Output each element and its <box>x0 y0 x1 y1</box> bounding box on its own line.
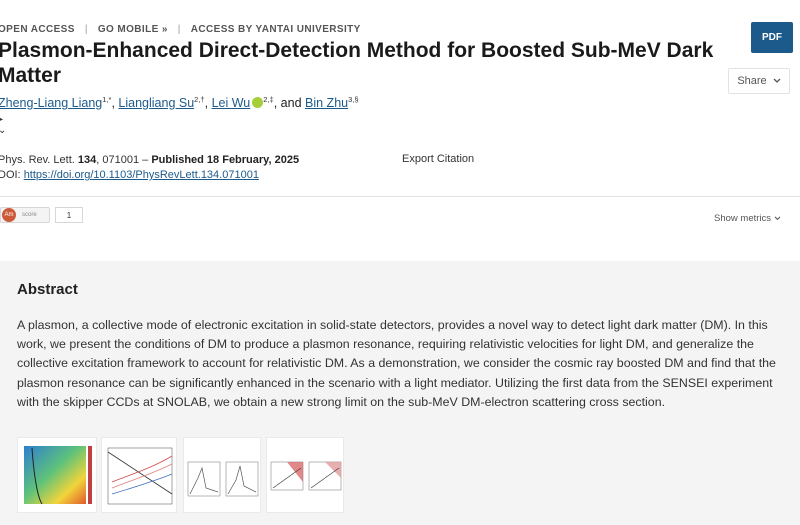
author-link-liang[interactable]: Zheng-Liang Liang <box>0 96 102 110</box>
journal-volume: 134 <box>77 154 97 166</box>
top-navigation: OPEN ACCESS | GO MOBILE » | ACCESS BY YA… <box>0 24 361 35</box>
doi-link[interactable]: https://doi.org/10.1103/PhysRevLett.134.… <box>24 169 259 181</box>
heatmap-figure <box>24 446 92 505</box>
author-separator: , <box>111 96 115 111</box>
exclusion-figure <box>270 461 342 491</box>
author-affil: 2,‡ <box>263 95 274 104</box>
altmetric-badge[interactable]: Am score <box>0 207 50 223</box>
journal-name: Phys. Rev. Lett. <box>0 154 75 166</box>
author-list: Zheng-Liang Liang1,*, Liangliang Su2,†, … <box>0 95 359 110</box>
author-link-su[interactable]: Liangliang Su <box>118 96 194 110</box>
chevron-down-icon <box>773 78 781 83</box>
citation-block: Phys. Rev. Lett. 134, 071001 – Published… <box>0 153 299 183</box>
author-separator: , <box>204 96 209 111</box>
altmetric-logo: Am <box>2 208 16 222</box>
nav-separator: | <box>177 24 181 35</box>
and-text: and <box>280 96 302 111</box>
show-metrics-button[interactable]: Show metrics <box>714 213 781 224</box>
article-number: , 071001 – <box>96 154 152 166</box>
doi-label: DOI: <box>0 169 21 181</box>
pdf-button[interactable]: PDF <box>751 22 793 53</box>
published-date: Published 18 February, 2025 <box>151 154 300 166</box>
go-mobile-link[interactable]: GO MOBILE » <box>98 24 168 35</box>
access-by-link[interactable]: ACCESS BY YANTAI UNIVERSITY <box>191 24 361 35</box>
author-separator: , <box>273 96 278 111</box>
figure-thumbnail[interactable] <box>101 437 177 513</box>
export-citation-link[interactable]: Export Citation <box>402 153 474 165</box>
author-affil: 3,§ <box>348 95 359 104</box>
author-link-zhu[interactable]: Bin Zhu <box>305 96 348 110</box>
figure-thumbnail[interactable] <box>17 437 97 513</box>
show-metrics-label: Show metrics <box>714 213 772 224</box>
spectrum-figure <box>187 461 259 497</box>
open-access-link[interactable]: OPEN ACCESS <box>0 24 75 35</box>
chevron-down-icon <box>774 216 781 221</box>
nav-separator: | <box>84 24 88 35</box>
altmetric-score: 1 <box>55 207 83 223</box>
chevron-down-icon: ⌄ <box>0 125 7 136</box>
orcid-icon[interactable] <box>252 97 264 109</box>
share-button[interactable]: Share <box>728 68 790 94</box>
figure-thumbnail[interactable] <box>266 437 344 513</box>
article-title: Plasmon-Enhanced Direct-Detection Method… <box>0 39 714 87</box>
author-link-wu[interactable]: Lei Wu <box>212 96 251 110</box>
caret-icon: ▸ <box>0 114 4 125</box>
figure-thumbnail[interactable] <box>183 437 261 513</box>
share-label: Share <box>737 75 767 87</box>
abstract-text: A plasmon, a collective mode of electron… <box>17 318 776 409</box>
abstract-heading: Abstract <box>17 281 78 298</box>
line-plot-figure <box>107 447 173 505</box>
affiliations-toggle[interactable]: ▸ ⌄ <box>0 114 6 136</box>
altmetric-label: score <box>22 212 37 218</box>
divider <box>0 196 800 197</box>
author-affil: 2,† <box>194 95 205 104</box>
